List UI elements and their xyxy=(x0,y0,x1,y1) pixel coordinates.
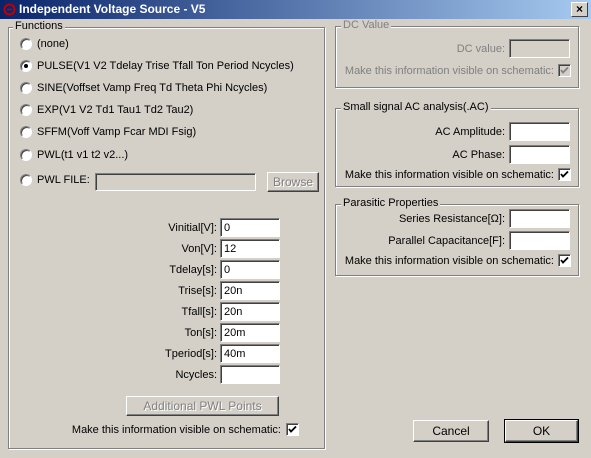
functions-visible-checkbox[interactable] xyxy=(286,423,299,436)
radio-label-sine: SINE(Voffset Vamp Freq Td Theta Phi Ncyc… xyxy=(37,82,268,94)
check-icon xyxy=(560,170,569,178)
parasitic-visible-label: Make this information visible on schemat… xyxy=(344,255,554,267)
ac-phase-input[interactable] xyxy=(509,145,570,164)
title-bar: Independent Voltage Source - V5 × xyxy=(0,0,591,19)
dc-visible-label: Make this information visible on schemat… xyxy=(344,65,554,77)
radio-sine[interactable] xyxy=(20,82,32,94)
param-input[interactable]: 12 xyxy=(220,239,280,258)
browse-button[interactable]: Browse xyxy=(267,172,319,192)
dc-value-input[interactable] xyxy=(509,39,570,58)
radio-label-pulse: PULSE(V1 V2 Tdelay Trise Tfall Ton Perio… xyxy=(37,60,294,72)
radio-label-none: (none) xyxy=(37,38,69,50)
parallel-capacitance-label: Parallel Capacitance[F]: xyxy=(388,235,505,247)
parasitic-visible-checkbox[interactable] xyxy=(558,254,571,267)
ac-visible-checkbox[interactable] xyxy=(558,168,571,181)
param-input[interactable] xyxy=(220,365,280,384)
series-resistance-label: Series Resistance[Ω]: xyxy=(398,213,505,225)
check-icon xyxy=(560,66,569,74)
close-button[interactable]: × xyxy=(571,2,588,17)
ac-analysis-legend: Small signal AC analysis(.AC) xyxy=(341,101,491,114)
param-label: Vinitial[V]: xyxy=(168,222,217,234)
ac-visible-label: Make this information visible on schemat… xyxy=(344,169,554,181)
param-label: Tperiod[s]: xyxy=(165,348,217,360)
dc-value-legend: DC Value xyxy=(341,19,392,32)
cancel-button[interactable]: Cancel xyxy=(413,420,489,442)
radio-pulse[interactable] xyxy=(20,60,32,72)
param-label: Trise[s]: xyxy=(178,285,217,297)
radio-label-exp: EXP(V1 V2 Td1 Tau1 Td2 Tau2) xyxy=(37,104,194,116)
ok-button[interactable]: OK xyxy=(504,419,579,443)
radio-label-sffm: SFFM(Voff Vamp Fcar MDI Fsig) xyxy=(37,126,197,138)
radio-pwl[interactable] xyxy=(20,149,32,161)
radio-pwl-file[interactable] xyxy=(20,174,32,186)
functions-legend: Functions xyxy=(13,20,65,33)
radio-exp[interactable] xyxy=(20,104,32,116)
parasitic-legend: Parasitic Properties xyxy=(341,197,441,210)
dc-visible-checkbox[interactable] xyxy=(558,64,571,77)
param-input[interactable]: 0 xyxy=(220,218,280,237)
app-icon xyxy=(3,3,16,16)
series-resistance-input[interactable] xyxy=(509,209,570,228)
functions-visible-label: Make this information visible on schemat… xyxy=(71,424,281,436)
parallel-capacitance-input[interactable] xyxy=(509,231,570,250)
ac-amplitude-label: AC Amplitude: xyxy=(435,126,505,138)
ac-phase-label: AC Phase: xyxy=(452,149,505,161)
param-input[interactable]: 20m xyxy=(220,323,280,342)
dc-value-label: DC value: xyxy=(456,43,505,55)
radio-label-pwl: PWL(t1 v1 t2 v2...) xyxy=(37,149,129,161)
pwl-file-input[interactable] xyxy=(95,173,256,191)
window-title: Independent Voltage Source - V5 xyxy=(19,2,206,16)
additional-pwl-points-button[interactable]: Additional PWL Points xyxy=(126,396,279,416)
radio-label-pwl-file: PWL FILE: xyxy=(37,174,90,186)
radio-none[interactable] xyxy=(20,38,32,50)
radio-sffm[interactable] xyxy=(20,126,32,138)
param-label: Von[V]: xyxy=(181,243,217,255)
param-label: Tdelay[s]: xyxy=(169,264,217,276)
ac-amplitude-input[interactable] xyxy=(509,122,570,141)
param-input[interactable]: 0 xyxy=(220,260,280,279)
param-label: Ncycles: xyxy=(175,369,217,381)
check-icon xyxy=(288,425,297,433)
param-label: Ton[s]: xyxy=(184,327,217,339)
param-input[interactable]: 20n xyxy=(220,281,280,300)
close-icon: × xyxy=(575,2,583,16)
check-icon xyxy=(560,256,569,264)
param-input[interactable]: 40m xyxy=(220,344,280,363)
param-label: Tfall[s]: xyxy=(181,306,217,318)
param-input[interactable]: 20n xyxy=(220,302,280,321)
